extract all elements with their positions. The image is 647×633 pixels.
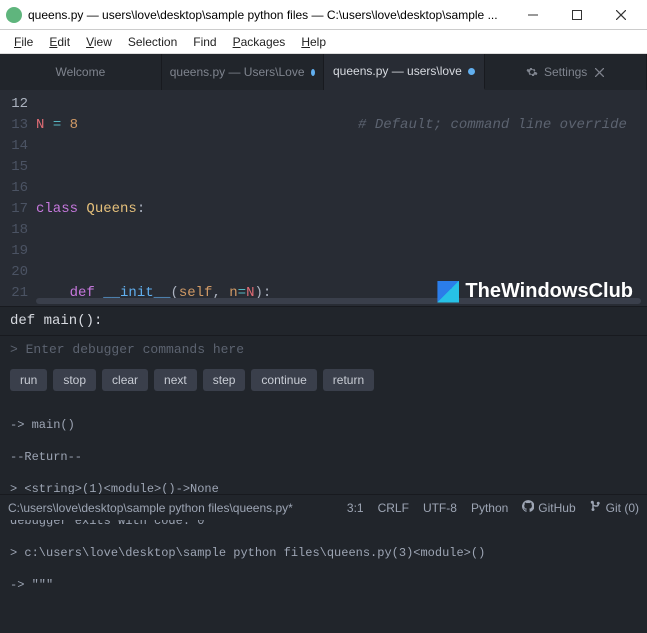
gear-icon <box>526 66 538 78</box>
tab-label: Welcome <box>55 65 105 79</box>
debugger-context: def main(): <box>0 307 647 336</box>
tab-label: queens.py — Users\Love <box>170 65 305 79</box>
modified-dot-icon <box>468 68 475 75</box>
window-titlebar: queens.py — users\love\desktop\sample py… <box>0 0 647 30</box>
tab-label: Settings <box>544 65 587 79</box>
tab-queens-users-love[interactable]: queens.py — users\love <box>324 54 486 90</box>
tab-queens-users[interactable]: queens.py — Users\Love <box>162 54 324 90</box>
menu-find[interactable]: Find <box>185 33 224 51</box>
stop-button[interactable]: stop <box>53 369 96 391</box>
clear-button[interactable]: clear <box>102 369 148 391</box>
minimize-button[interactable] <box>511 1 555 29</box>
debugger-command-input[interactable]: > Enter debugger commands here <box>0 336 647 363</box>
tab-label: queens.py — users\love <box>333 64 462 78</box>
status-bar: C:\users\love\desktop\sample python file… <box>0 494 647 520</box>
tab-bar: Welcome queens.py — Users\Love queens.py… <box>0 54 647 90</box>
menu-bar: File Edit View Selection Find Packages H… <box>0 30 647 54</box>
tab-welcome[interactable]: Welcome <box>0 54 162 90</box>
modified-dot-icon <box>311 69 315 76</box>
debugger-panel: def main(): > Enter debugger commands he… <box>0 306 647 633</box>
close-icon[interactable] <box>593 66 605 78</box>
close-button[interactable] <box>599 1 643 29</box>
menu-help[interactable]: Help <box>293 33 334 51</box>
menu-packages[interactable]: Packages <box>225 33 294 51</box>
tab-settings[interactable]: Settings <box>485 54 647 90</box>
run-button[interactable]: run <box>10 369 47 391</box>
status-cursor-position[interactable]: 3:1 <box>347 501 364 515</box>
return-button[interactable]: return <box>323 369 374 391</box>
code-editor[interactable]: 12 13 14 15 16 17 18 19 20 21 N = 8# Def… <box>0 90 647 306</box>
menu-view[interactable]: View <box>78 33 120 51</box>
continue-button[interactable]: continue <box>251 369 316 391</box>
menu-selection[interactable]: Selection <box>120 33 185 51</box>
status-line-ending[interactable]: CRLF <box>378 501 409 515</box>
menu-edit[interactable]: Edit <box>41 33 78 51</box>
line-gutter: 12 13 14 15 16 17 18 19 20 21 <box>0 90 36 306</box>
status-file-path[interactable]: C:\users\love\desktop\sample python file… <box>8 501 293 515</box>
window-title: queens.py — users\love\desktop\sample py… <box>28 8 511 22</box>
github-icon <box>522 500 534 515</box>
next-button[interactable]: next <box>154 369 197 391</box>
git-branch-icon <box>590 500 602 515</box>
horizontal-scrollbar[interactable] <box>36 298 641 304</box>
status-language[interactable]: Python <box>471 501 508 515</box>
step-button[interactable]: step <box>203 369 246 391</box>
status-git[interactable]: Git (0) <box>590 500 639 515</box>
debugger-toolbar: run stop clear next step continue return <box>0 363 647 397</box>
status-encoding[interactable]: UTF-8 <box>423 501 457 515</box>
menu-file[interactable]: File <box>6 33 41 51</box>
status-github[interactable]: GitHub <box>522 500 575 515</box>
app-icon <box>6 7 22 23</box>
maximize-button[interactable] <box>555 1 599 29</box>
code-area[interactable]: N = 8# Default; command line override cl… <box>36 90 647 306</box>
